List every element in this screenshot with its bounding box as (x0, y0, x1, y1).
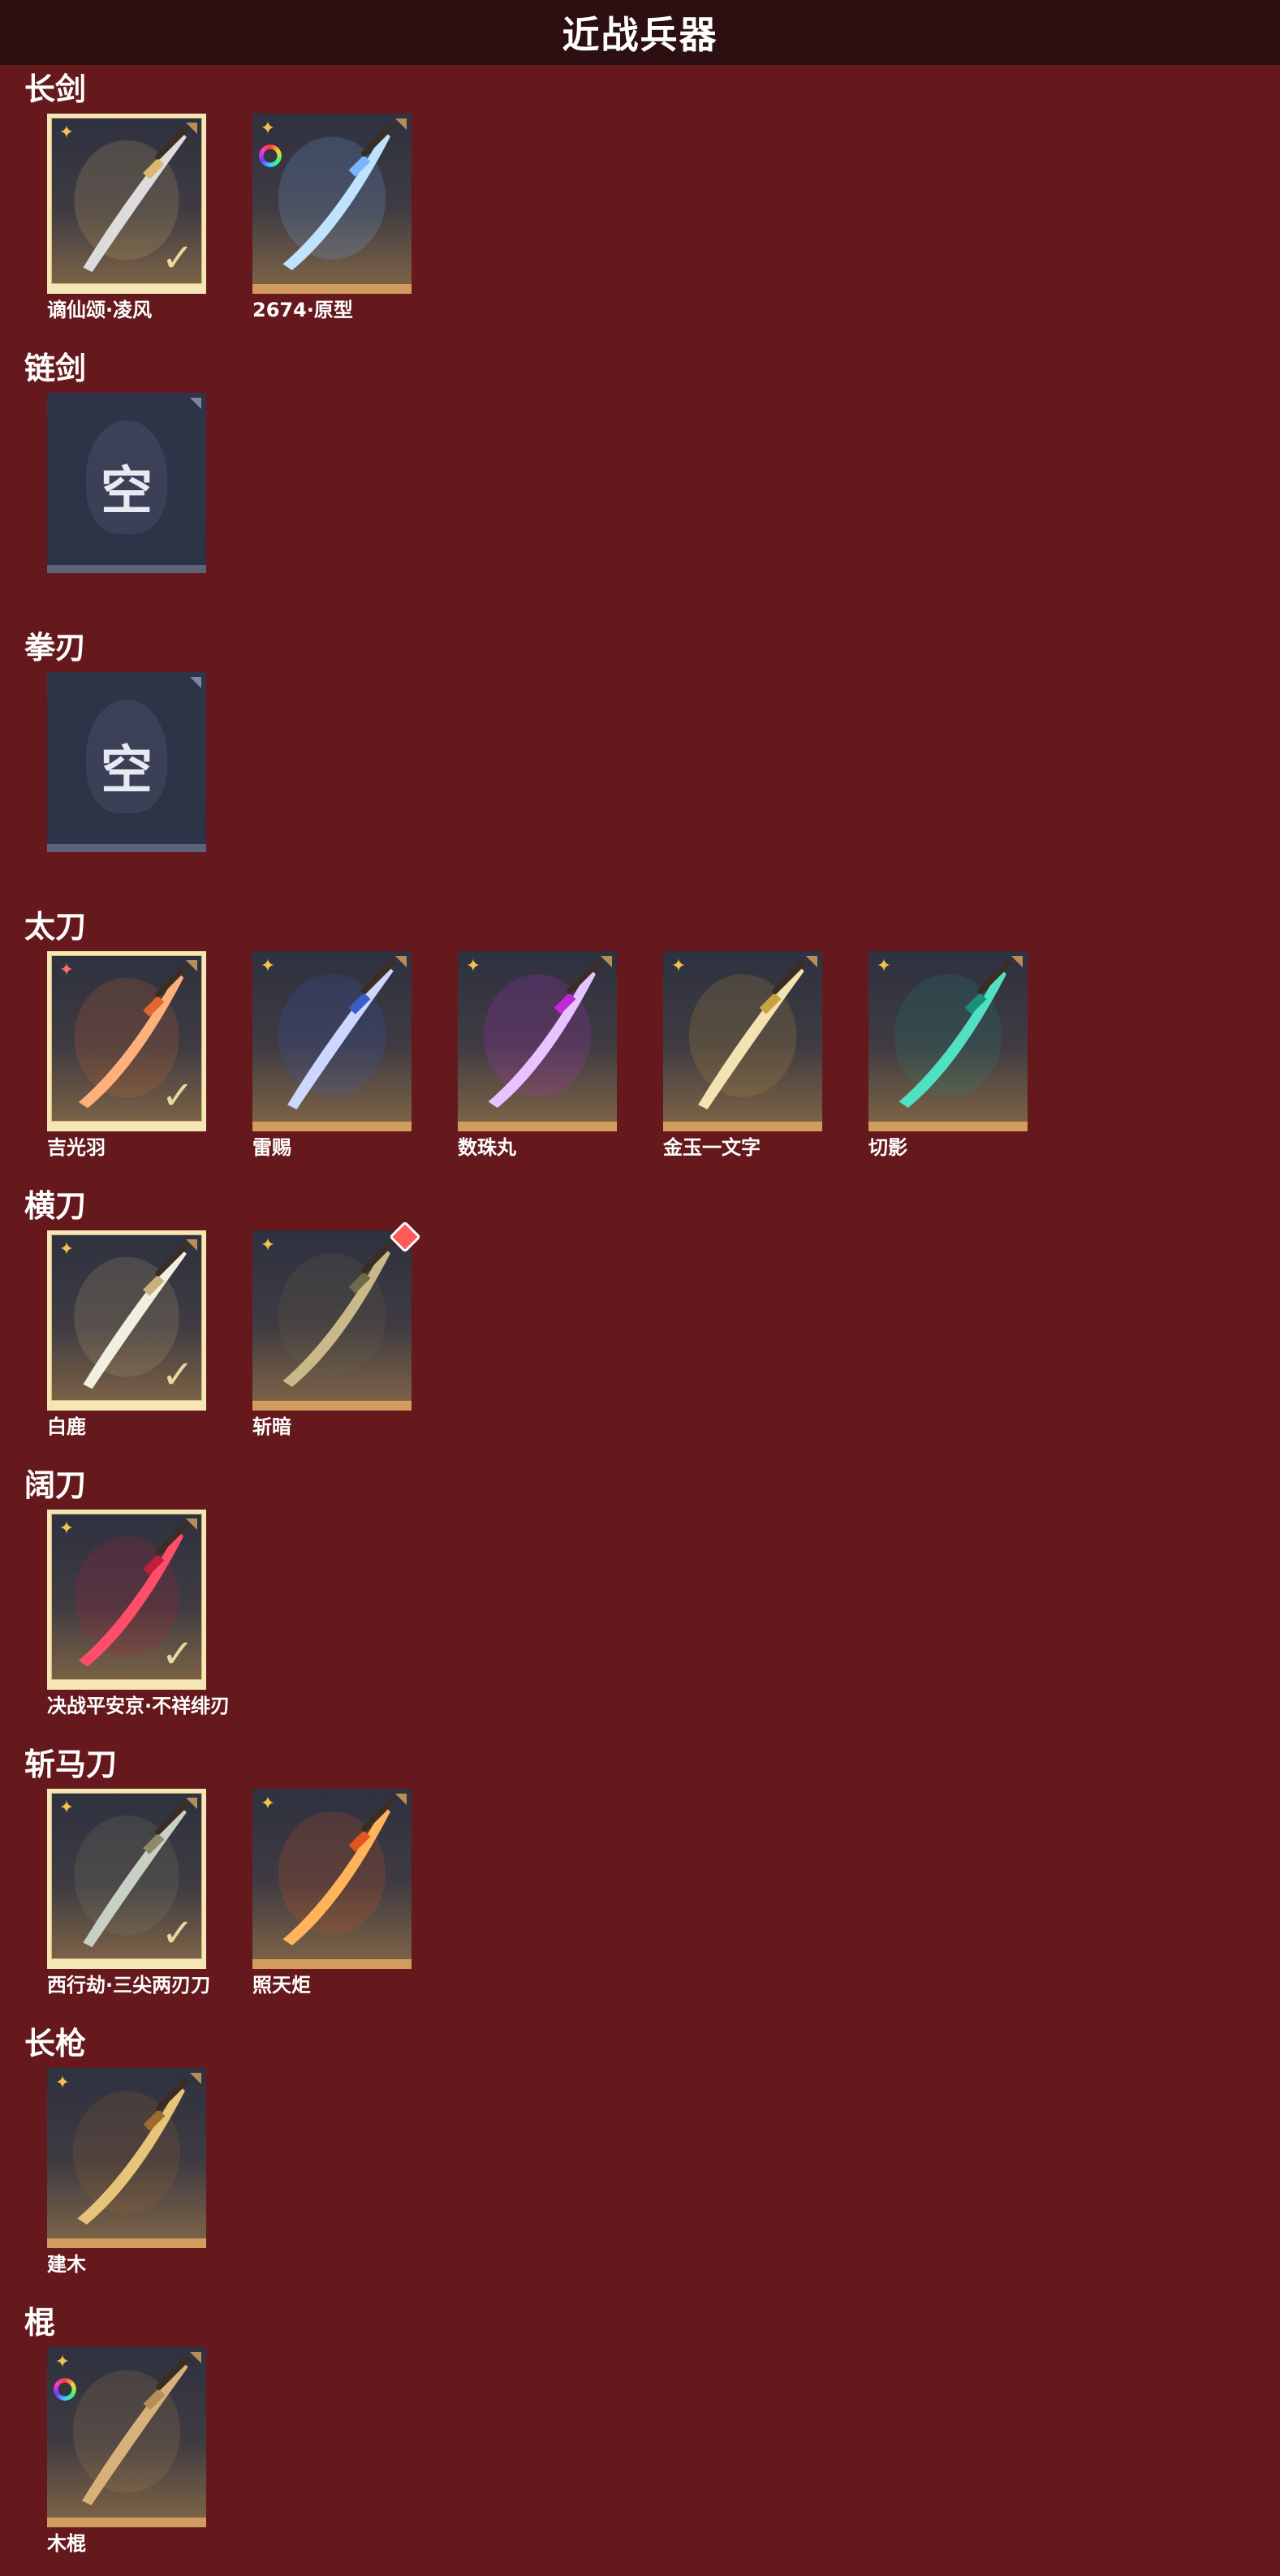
weapon-card[interactable]: ✦ ✓ (47, 951, 206, 1131)
empty-slot-glyph: 空 (101, 741, 153, 801)
weapon-image (688, 960, 806, 1109)
category-title: 拳刃 (24, 630, 87, 666)
corner-fold-icon (186, 1239, 197, 1251)
corner-fold-icon (1011, 956, 1023, 967)
gold-star-icon: ✦ (58, 1798, 75, 1818)
category-title: 斩马刀 (24, 1747, 118, 1782)
empty-weapon-slot[interactable]: 空 (47, 393, 206, 573)
weapon-glow (894, 974, 1002, 1097)
weapon-glow (278, 1811, 386, 1935)
corner-fold-icon (395, 956, 407, 967)
page-header: 近战兵器 (0, 0, 1280, 65)
corner-fold-icon (186, 1518, 197, 1530)
weapon-name: 吉光羽 (47, 1136, 106, 1159)
corner-fold-icon (395, 118, 407, 130)
weapon-name: 斩暗 (252, 1415, 291, 1438)
weapon-card[interactable]: ✦ ✓ (47, 1510, 206, 1690)
gold-star-icon: ✦ (54, 2073, 71, 2093)
corner-fold-icon (186, 123, 197, 134)
category-title: 棍 (24, 2305, 56, 2341)
corner-fold-icon (190, 677, 201, 688)
equipped-check-icon: ✓ (161, 1910, 194, 1956)
weapon-image (72, 2077, 190, 2225)
gold-star-icon: ✦ (260, 1235, 276, 1256)
gold-star-icon: ✦ (260, 118, 276, 139)
weapon-name: 2674·原型 (252, 299, 353, 321)
gold-star-icon: ✦ (670, 956, 687, 976)
corner-fold-icon (190, 2352, 201, 2363)
category-title: 横刀 (24, 1188, 87, 1224)
weapon-card[interactable]: ✦ ✓ (47, 1230, 206, 1411)
rainbow-ring-icon (54, 2378, 76, 2401)
gold-star-icon: ✦ (260, 956, 276, 976)
weapon-image (894, 960, 1011, 1108)
weapon-name: 白鹿 (47, 1415, 86, 1438)
weapon-name: 照天炬 (252, 1974, 311, 1997)
weapon-card[interactable]: ✦ (47, 2347, 206, 2527)
weapon-name: 西行劫·三尖两刃刀 (47, 1974, 211, 1997)
weapon-image (278, 960, 395, 1109)
weapon-glow (278, 136, 386, 260)
weapon-name: 谪仙颂·凌风 (47, 299, 153, 321)
weapon-card[interactable]: ✦ (252, 1789, 412, 1969)
empty-slot-glyph: 空 (101, 462, 153, 522)
corner-fold-icon (186, 1798, 197, 1809)
weapon-card[interactable]: ✦ (458, 951, 617, 1131)
gold-star-icon: ✦ (465, 956, 481, 976)
equipped-check-icon: ✓ (161, 1631, 194, 1677)
weapon-name: 数珠丸 (458, 1136, 516, 1159)
corner-fold-icon (190, 2073, 201, 2084)
weapon-image (483, 960, 601, 1108)
weapon-image (278, 1239, 395, 1387)
category-title: 长剑 (24, 71, 87, 107)
rainbow-ring-icon (259, 144, 282, 167)
weapon-image (72, 2356, 190, 2505)
weapon-image (278, 1798, 395, 1945)
corner-fold-icon (395, 1794, 407, 1805)
weapon-card[interactable]: ✦ ✓ (47, 1789, 206, 1969)
weapon-image (278, 123, 395, 270)
category-title: 阔刀 (24, 1467, 87, 1503)
corner-fold-icon (601, 956, 612, 967)
weapon-glow (278, 1253, 386, 1376)
empty-weapon-slot[interactable]: 空 (47, 672, 206, 852)
gold-star-icon: ✦ (876, 956, 892, 976)
weapon-name: 木棍 (47, 2532, 86, 2555)
gold-star-icon: ✦ (58, 1239, 75, 1260)
weapon-glow (72, 2091, 181, 2214)
weapon-name: 雷赐 (252, 1136, 291, 1159)
equipped-check-icon: ✓ (161, 235, 194, 281)
corner-fold-icon (186, 960, 197, 971)
weapon-card[interactable]: ✦ (47, 2068, 206, 2248)
equipped-check-icon: ✓ (161, 1073, 194, 1118)
weapon-card[interactable]: ✦ (663, 951, 822, 1131)
weapon-card[interactable]: ✦ (252, 1221, 421, 1411)
weapon-card[interactable]: ✦ ✓ (47, 114, 206, 294)
page-title: 近战兵器 (562, 13, 718, 57)
weapon-name: 金玉一文字 (663, 1136, 761, 1159)
weapon-card[interactable]: ✦ (252, 114, 412, 294)
category-title: 长枪 (24, 2026, 87, 2061)
gold-star-icon: ✦ (58, 1518, 75, 1539)
weapon-card[interactable]: ✦ (252, 951, 412, 1131)
gold-star-icon: ✦ (260, 1794, 276, 1814)
category-title: 链剑 (24, 351, 87, 386)
corner-fold-icon (190, 398, 201, 409)
weapon-name: 建木 (47, 2253, 86, 2276)
corner-fold-icon (806, 956, 817, 967)
weapon-name: 切影 (868, 1136, 907, 1159)
weapon-card[interactable]: ✦ (868, 951, 1028, 1131)
red-star-icon: ✦ (58, 960, 75, 980)
category-title: 太刀 (24, 909, 87, 945)
equipped-check-icon: ✓ (161, 1352, 194, 1398)
weapon-glow (483, 974, 592, 1097)
gold-star-icon: ✦ (58, 123, 75, 143)
weapon-name: 决战平安京·不祥绯刃 (47, 1695, 231, 1717)
gold-star-icon: ✦ (54, 2352, 71, 2372)
